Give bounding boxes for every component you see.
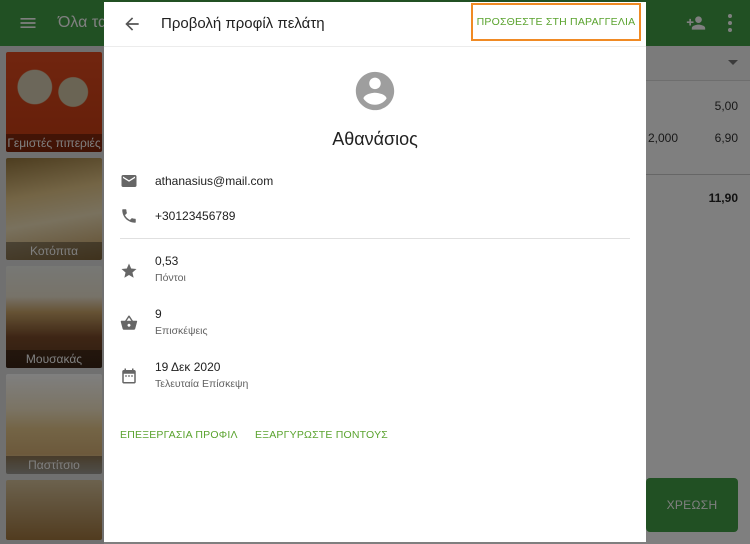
last-visit-value: 19 Δεκ 2020 [155, 360, 221, 374]
customer-name: Αθανάσιος [332, 129, 418, 149]
visits-label: Επισκέψεις [155, 325, 208, 337]
customer-email: athanasius@mail.com [155, 174, 274, 188]
redeem-points-button[interactable]: ΕΞΑΡΓΥΡΩΣΤΕ ΠΟΝΤΟΥΣ [255, 429, 388, 441]
points-value: 0,53 [155, 254, 179, 268]
star-icon [121, 263, 137, 278]
customer-phone: +30123456789 [155, 209, 236, 223]
visits-value: 9 [155, 307, 162, 321]
last-visit-label: Τελευταία Επίσκεψη [155, 378, 249, 390]
divider [120, 238, 630, 239]
customer-profile-dialog: Προβολή προφίλ πελάτη ΠΡΟΣΘΕΣΤΕ ΣΤΗ ΠΑΡΑ… [104, 2, 646, 542]
dialog-title: Προβολή προφίλ πελάτη [161, 15, 325, 32]
phone-icon [122, 209, 136, 223]
account-circle-icon [355, 71, 395, 111]
basket-icon [120, 315, 138, 330]
dialog-header: Προβολή προφίλ πελάτη ΠΡΟΣΘΕΣΤΕ ΣΤΗ ΠΑΡΑ… [104, 2, 646, 47]
back-arrow-icon[interactable] [122, 14, 142, 34]
points-label: Πόντοι [155, 272, 186, 284]
add-to-order-button[interactable]: ΠΡΟΣΘΕΣΤΕ ΣΤΗ ΠΑΡΑΓΓΕΛΙΑ [471, 3, 641, 41]
edit-profile-button[interactable]: ΕΠΕΞΕΡΓΑΣΙΑ ΠΡΟΦΙΛ [120, 429, 238, 441]
calendar-icon [122, 368, 136, 384]
email-icon [121, 175, 137, 187]
